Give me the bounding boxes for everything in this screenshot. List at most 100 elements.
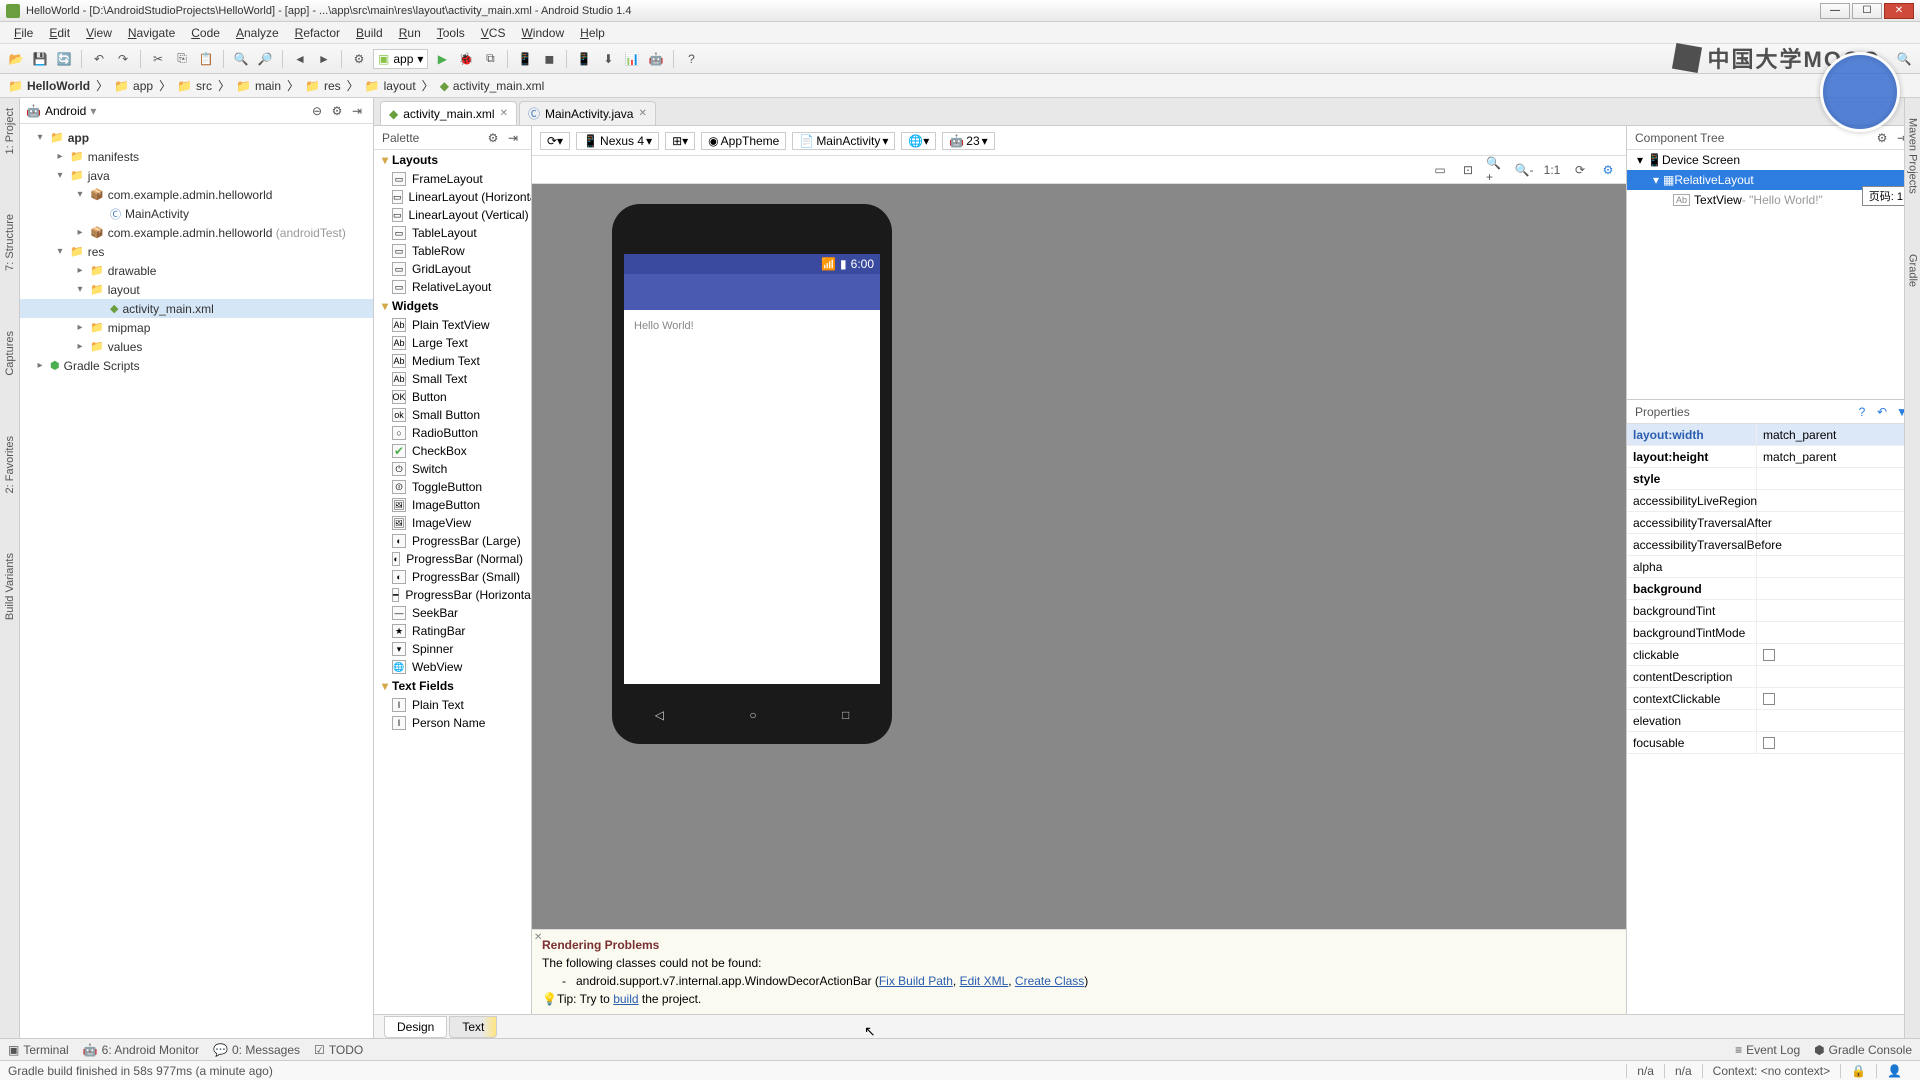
palette-item[interactable]: AbSmall Text — [374, 370, 531, 388]
avd-icon[interactable]: 📱 — [574, 49, 594, 69]
palette-settings-icon[interactable]: ⚙ — [483, 128, 503, 148]
palette-item[interactable]: —SeekBar — [374, 604, 531, 622]
menu-code[interactable]: Code — [183, 26, 228, 40]
palette-group[interactable]: ▾Text Fields — [374, 676, 531, 696]
config-combo[interactable]: ⊞▾ — [665, 132, 695, 150]
hello-text[interactable]: Hello World! — [624, 310, 880, 342]
design-tab[interactable]: Design — [384, 1016, 447, 1038]
palette-item[interactable]: OKButton — [374, 388, 531, 406]
palette-item[interactable]: ▾Spinner — [374, 640, 531, 658]
messages-tab[interactable]: 💬 0: Messages — [213, 1043, 300, 1057]
search-everywhere-icon[interactable]: 🔍 — [1894, 49, 1914, 69]
palette-item[interactable]: ▭LinearLayout (Horizontal) — [374, 188, 531, 206]
palette-item[interactable]: IPlain Text — [374, 696, 531, 714]
copy-icon[interactable]: ⎘ — [172, 49, 192, 69]
tab-gradle[interactable]: Gradle — [1907, 254, 1919, 287]
api-combo[interactable]: 🤖23▾ — [942, 132, 994, 150]
props-help-icon[interactable]: ? — [1852, 402, 1872, 422]
minimize-button[interactable]: — — [1820, 3, 1850, 19]
redo-icon[interactable]: ↷ — [113, 49, 133, 69]
build-link[interactable]: build — [613, 992, 638, 1006]
undo-icon[interactable]: ↶ — [89, 49, 109, 69]
palette-item[interactable]: ⏼ToggleButton — [374, 478, 531, 496]
tab-main-activity[interactable]: ⒸMainActivity.java✕ — [519, 101, 656, 125]
attach-icon[interactable]: 📱 — [515, 49, 535, 69]
menu-edit[interactable]: Edit — [41, 26, 78, 40]
palette-item[interactable]: ✔CheckBox — [374, 442, 531, 460]
maximize-button[interactable]: ☐ — [1852, 3, 1882, 19]
tab-structure[interactable]: 7: Structure — [4, 214, 16, 271]
context-combo[interactable]: Context: <no context> — [1702, 1064, 1840, 1078]
stop-icon[interactable]: ◼ — [539, 49, 559, 69]
edit-xml-link[interactable]: Edit XML — [960, 974, 1009, 988]
tab-project[interactable]: 1: Project — [4, 108, 16, 154]
design-canvas[interactable]: 📶▮6:00 Hello World! ◁○□ ✕ Rendering Prob… — [532, 184, 1626, 1014]
palette-item[interactable]: ◐ProgressBar (Normal) — [374, 550, 531, 568]
sync-icon[interactable]: 🔄 — [54, 49, 74, 69]
android-monitor-tab[interactable]: 🤖 6: Android Monitor — [83, 1043, 199, 1057]
crumb-res[interactable]: 📁res — [305, 79, 341, 93]
event-log-tab[interactable]: ≡ Event Log — [1735, 1043, 1800, 1057]
palette-item[interactable]: ▭RelativeLayout — [374, 278, 531, 296]
monitor-icon[interactable]: 📊 — [622, 49, 642, 69]
property-row[interactable]: style — [1627, 468, 1920, 490]
terminal-tab[interactable]: ▣ Terminal — [8, 1043, 69, 1057]
palette-item[interactable]: ◐ProgressBar (Large) — [374, 532, 531, 550]
palette-item[interactable]: AbMedium Text — [374, 352, 531, 370]
palette-item[interactable]: IPerson Name — [374, 714, 531, 732]
palette-item[interactable]: ⏻Switch — [374, 460, 531, 478]
run-icon[interactable]: ▶ — [432, 49, 452, 69]
palette-item[interactable]: ▭TableLayout — [374, 224, 531, 242]
palette-item[interactable]: ★RatingBar — [374, 622, 531, 640]
property-row[interactable]: backgroundTint — [1627, 600, 1920, 622]
crumb-app[interactable]: 📁app — [114, 79, 153, 93]
tab-captures[interactable]: Captures — [4, 331, 16, 376]
crumb-file[interactable]: ◆activity_main.xml — [440, 79, 545, 93]
palette-item[interactable]: 🖼ImageView — [374, 514, 531, 532]
checkbox[interactable] — [1763, 649, 1775, 661]
tab-build-variants[interactable]: Build Variants — [4, 553, 16, 620]
palette-group[interactable]: ▾Widgets — [374, 296, 531, 316]
palette-hide-icon[interactable]: ⇥ — [503, 128, 523, 148]
run-config-combo[interactable]: ▣ app ▾ — [373, 49, 428, 69]
fix-build-path-link[interactable]: Fix Build Path — [879, 974, 953, 988]
property-row[interactable]: layout:widthmatch_parent — [1627, 424, 1920, 446]
menu-run[interactable]: Run — [391, 26, 429, 40]
theme-combo[interactable]: ◉ AppTheme — [701, 132, 786, 150]
hector-icon[interactable]: 👤 — [1876, 1064, 1912, 1078]
project-tree[interactable]: ▾📁app ▸📁manifests ▾📁java ▾📦com.example.a… — [20, 124, 373, 1038]
refresh-icon[interactable]: ⟳ — [1570, 160, 1590, 180]
zoom-actual-icon[interactable]: 1:1 — [1542, 160, 1562, 180]
make-icon[interactable]: ⚙ — [349, 49, 369, 69]
select-icon[interactable]: ▭ — [1430, 160, 1450, 180]
gradle-console-tab[interactable]: ⬢ Gradle Console — [1814, 1043, 1912, 1057]
palette-group[interactable]: ▾Layouts — [374, 150, 531, 170]
properties-table[interactable]: layout:widthmatch_parentlayout:heightmat… — [1627, 424, 1920, 1014]
property-row[interactable]: focusable — [1627, 732, 1920, 754]
component-tree[interactable]: ▾📱 Device Screen ▾▦ RelativeLayout AbTex… — [1627, 150, 1920, 400]
property-row[interactable]: contextClickable — [1627, 688, 1920, 710]
palette-item[interactable]: ▭GridLayout — [374, 260, 531, 278]
cut-icon[interactable]: ✂ — [148, 49, 168, 69]
todo-tab[interactable]: ☑ TODO — [314, 1043, 363, 1057]
palette-item[interactable]: ▭TableRow — [374, 242, 531, 260]
menu-window[interactable]: Window — [513, 26, 572, 40]
crumb-layout[interactable]: 📁layout — [365, 79, 416, 93]
activity-combo[interactable]: 📄 MainActivity▾ — [792, 132, 895, 150]
checkbox[interactable] — [1763, 693, 1775, 705]
palette-item[interactable]: ▭LinearLayout (Vertical) — [374, 206, 531, 224]
palette-list[interactable]: ▾Layouts▭FrameLayout▭LinearLayout (Horiz… — [374, 150, 531, 1014]
property-row[interactable]: elevation — [1627, 710, 1920, 732]
menu-analyze[interactable]: Analyze — [228, 26, 287, 40]
menu-tools[interactable]: Tools — [429, 26, 473, 40]
property-row[interactable]: clickable — [1627, 644, 1920, 666]
locale-combo[interactable]: 🌐▾ — [901, 132, 936, 150]
crumb-main[interactable]: 📁main — [236, 79, 281, 93]
tab-favorites[interactable]: 2: Favorites — [4, 436, 16, 493]
zoom-out-icon[interactable]: 🔍- — [1514, 160, 1534, 180]
property-row[interactable]: contentDescription — [1627, 666, 1920, 688]
debug-icon[interactable]: 🐞 — [456, 49, 476, 69]
menu-navigate[interactable]: Navigate — [120, 26, 183, 40]
device-combo[interactable]: 📱 Nexus 4▾ — [576, 132, 659, 150]
property-row[interactable]: accessibilityLiveRegion — [1627, 490, 1920, 512]
